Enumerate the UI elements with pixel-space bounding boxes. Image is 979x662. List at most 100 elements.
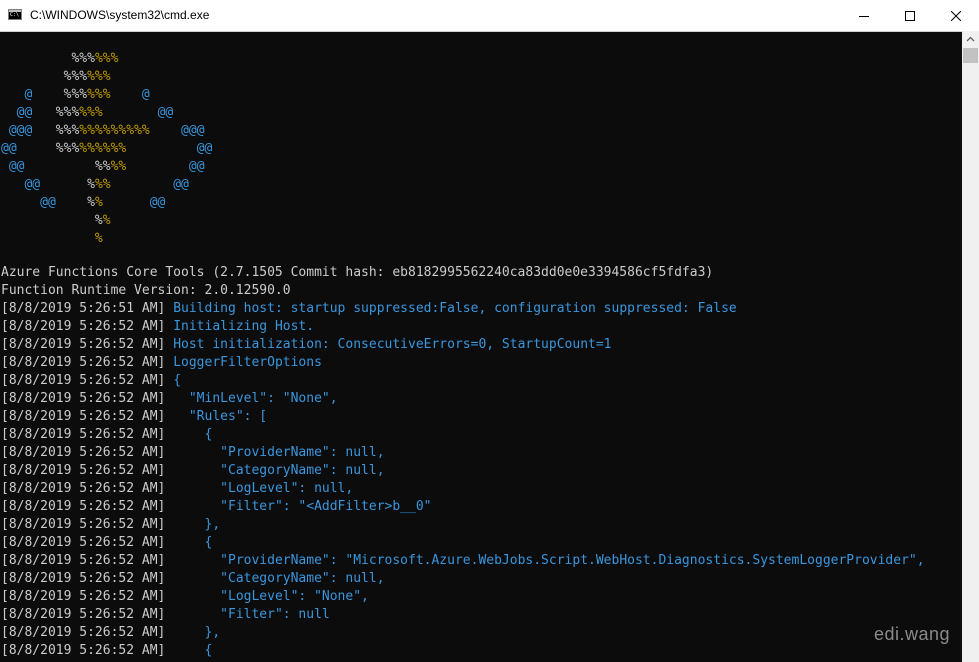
logo-segment: %%%: [55, 105, 80, 120]
log-message: "Filter": null: [165, 607, 330, 622]
log-message: "CategoryName": null,: [165, 571, 385, 586]
logo-segment: %%%: [55, 141, 80, 156]
log-timestamp: [8/8/2019 5:26:52 AM]: [1, 337, 166, 352]
logo-segment: %: [94, 213, 103, 228]
log-line: [8/8/2019 5:26:52 AM] {: [1, 426, 925, 444]
logo-segment: %%%: [87, 69, 111, 84]
logo-segment: [1, 69, 64, 84]
log-timestamp: [8/8/2019 5:26:52 AM]: [1, 445, 166, 460]
logo-segment: %%%: [71, 51, 95, 66]
scroll-up-button[interactable]: [962, 31, 979, 48]
logo-segment: @@: [40, 195, 56, 210]
log-timestamp: [8/8/2019 5:26:52 AM]: [1, 499, 166, 514]
minimize-button[interactable]: [841, 0, 887, 31]
log-message: Host initialization: ConsecutiveErrors=0…: [165, 337, 612, 352]
logo-segment: @@: [188, 159, 205, 174]
close-icon: [951, 10, 961, 21]
logo-segment: %%%: [87, 87, 111, 102]
log-timestamp: [8/8/2019 5:26:52 AM]: [1, 355, 166, 370]
logo-segment: [126, 159, 189, 174]
log-timestamp: [8/8/2019 5:26:52 AM]: [1, 571, 166, 586]
logo-segment: [1, 51, 71, 66]
title-bar[interactable]: C:\WINDOWS\system32\cmd.exe: [0, 0, 979, 32]
logo-segment: %%%%%%: [79, 141, 127, 156]
logo-segment: [56, 195, 87, 210]
log-message: Initializing Host.: [165, 319, 315, 334]
log-timestamp: [8/8/2019 5:26:52 AM]: [1, 391, 166, 406]
logo-segment: [1, 105, 17, 120]
log-line: [8/8/2019 5:26:52 AM] "Rules": [: [1, 408, 925, 426]
log-message: "ProviderName": "Microsoft.Azure.WebJobs…: [165, 553, 925, 568]
logo-segment: %%%: [63, 69, 88, 84]
log-line: [8/8/2019 5:26:52 AM] Host initializatio…: [1, 336, 925, 354]
logo-segment: [32, 87, 63, 102]
log-message: "LogLevel": null,: [165, 481, 354, 496]
log-message: "ProviderName": null,: [165, 445, 385, 460]
log-line: [8/8/2019 5:26:52 AM] "LogLevel": null,: [1, 480, 925, 498]
logo-segment: [1, 177, 24, 192]
header-line: Function Runtime Version: 2.0.12590.0: [1, 283, 291, 298]
log-timestamp: [8/8/2019 5:26:52 AM]: [1, 427, 166, 442]
logo-segment: @@: [173, 177, 189, 192]
log-line: [8/8/2019 5:26:52 AM] "Filter": "<AddFil…: [1, 498, 925, 516]
logo-segment: @@@: [181, 123, 205, 138]
log-timestamp: [8/8/2019 5:26:52 AM]: [1, 319, 166, 334]
minimize-icon: [859, 15, 869, 17]
logo-segment: [1, 159, 9, 174]
logo-segment: %: [87, 177, 95, 192]
log-message: {: [165, 535, 213, 550]
logo-segment: %%%: [63, 87, 88, 102]
window-title: C:\WINDOWS\system32\cmd.exe: [30, 8, 210, 22]
logo-segment: [150, 123, 181, 138]
log-message: "MinLevel": "None",: [165, 391, 338, 406]
console-output[interactable]: %%%%%% %%%%%% @ %%%%%% @ @@ %%%%%% @@ @@…: [1, 31, 962, 662]
logo-segment: %%%%%%%%%: [79, 123, 150, 138]
chevron-up-icon: [966, 36, 975, 42]
logo-segment: @: [141, 87, 150, 102]
close-button[interactable]: [933, 0, 979, 31]
log-timestamp: [8/8/2019 5:26:52 AM]: [1, 625, 166, 640]
vertical-scrollbar[interactable]: [962, 31, 979, 662]
logo-segment: @@: [196, 141, 213, 156]
logo-segment: @@: [1, 141, 17, 156]
logo-segment: [1, 123, 9, 138]
log-timestamp: [8/8/2019 5:26:52 AM]: [1, 517, 166, 532]
log-message: "CategoryName": null,: [165, 463, 385, 478]
azure-functions-ascii-logo: %%%%%% %%%%%% @ %%%%%% @ @@ %%%%%% @@ @@…: [1, 50, 212, 248]
logo-segment: [111, 87, 142, 102]
log-message: },: [165, 625, 221, 640]
log-line: [8/8/2019 5:26:52 AM] "ProviderName": nu…: [1, 444, 925, 462]
logo-segment: %: [87, 195, 95, 210]
log-timestamp: [8/8/2019 5:26:52 AM]: [1, 481, 166, 496]
cmd-icon[interactable]: [8, 9, 22, 20]
watermark: edi.wang: [874, 624, 951, 644]
log-message: LoggerFilterOptions: [165, 355, 322, 370]
logo-segment: %: [94, 195, 103, 210]
logo-segment: [126, 141, 196, 156]
header-line: Azure Functions Core Tools (2.7.1505 Com…: [1, 265, 714, 280]
log-timestamp: [8/8/2019 5:26:52 AM]: [1, 553, 166, 568]
logo-segment: [103, 105, 158, 120]
logo-segment: [1, 213, 95, 228]
log-line: [8/8/2019 5:26:52 AM] "MinLevel": "None"…: [1, 390, 925, 408]
logo-segment: %%%: [94, 51, 119, 66]
logo-segment: @@: [8, 159, 25, 174]
log-line: [8/8/2019 5:26:52 AM] {: [1, 534, 925, 552]
log-message: {: [165, 373, 182, 388]
logo-segment: [111, 177, 174, 192]
logo-segment: [1, 195, 40, 210]
log-line: [8/8/2019 5:26:52 AM] Initializing Host.: [1, 318, 925, 336]
scroll-thumb[interactable]: [963, 48, 978, 63]
log-timestamp: [8/8/2019 5:26:51 AM]: [1, 301, 166, 316]
log-timestamp: [8/8/2019 5:26:52 AM]: [1, 607, 166, 622]
log-line: [8/8/2019 5:26:52 AM] },: [1, 624, 925, 642]
logo-segment: [32, 105, 55, 120]
console-lines: Azure Functions Core Tools (2.7.1505 Com…: [1, 264, 925, 660]
logo-segment: %: [94, 231, 103, 246]
logo-segment: @@: [157, 105, 174, 120]
log-timestamp: [8/8/2019 5:26:52 AM]: [1, 589, 166, 604]
log-message: },: [165, 517, 221, 532]
log-message: "LogLevel": "None",: [165, 589, 369, 604]
logo-segment: @@: [16, 105, 33, 120]
maximize-button[interactable]: [887, 0, 933, 31]
